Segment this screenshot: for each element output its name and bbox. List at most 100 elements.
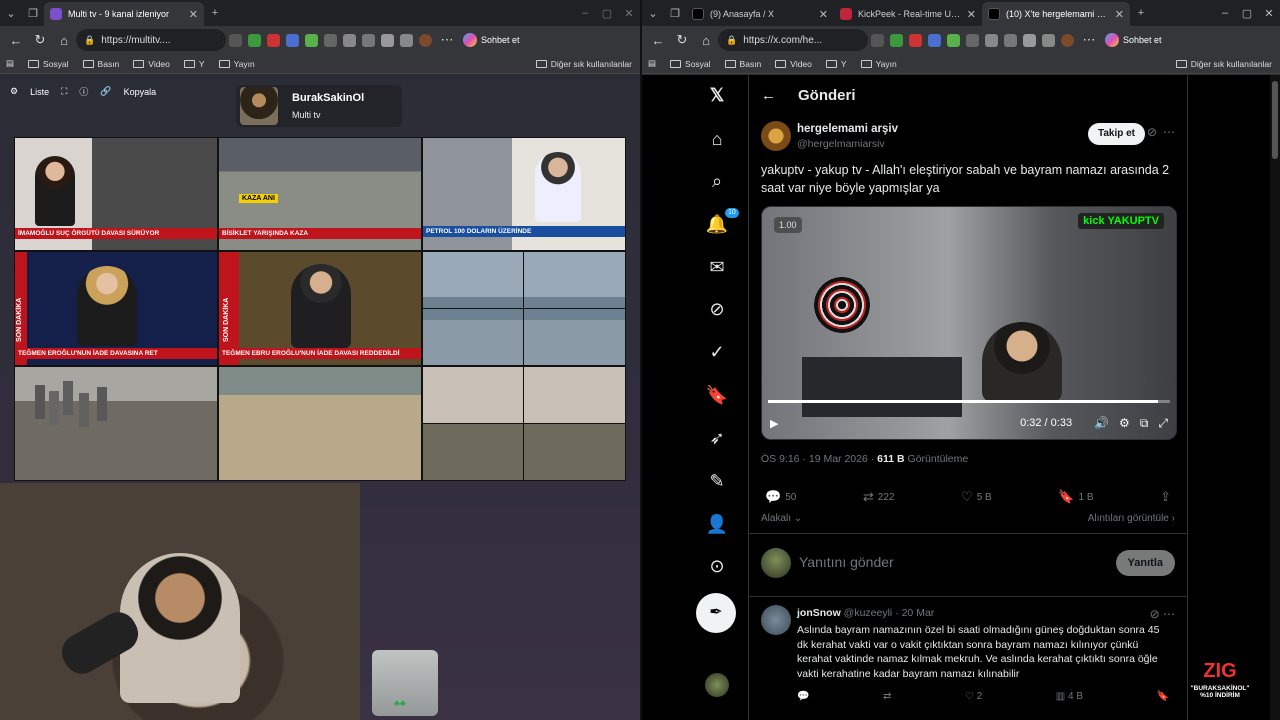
tab-kickpeek[interactable]: KickPeek - Real-time URL Craw... ✕ [834,2,982,26]
channel-tile[interactable] [422,366,626,481]
extension-icon[interactable] [381,33,394,47]
reply-author-name[interactable]: jonSnow [797,607,841,619]
playback-speed[interactable]: 1.00 [774,217,802,233]
sort-dropdown[interactable]: Alakalı ⌄ [761,513,802,524]
channel-tile[interactable]: PETROL 100 DOLARIN ÜZERİNDE [422,137,626,251]
profile-avatar[interactable] [1061,33,1074,47]
reply-icon[interactable]: 💬 [797,691,809,702]
bookmark-folder[interactable]: Yayın [218,59,255,69]
extension-icon[interactable] [267,33,280,47]
maximize-icon[interactable]: ▢ [1236,7,1258,20]
extension-icon[interactable] [1042,33,1055,47]
video-progress-bar[interactable] [768,400,1170,403]
like-action[interactable]: ♡ 5 B [961,489,992,505]
extension-icon[interactable] [229,33,242,47]
volume-icon[interactable]: 🔊 [1094,416,1109,430]
avatar[interactable] [761,121,791,151]
home-icon[interactable]: ⌂ [705,127,729,151]
copy-button[interactable]: Kopyala [124,87,157,97]
window-close-icon[interactable]: ✕ [1258,7,1280,20]
other-favorites[interactable]: Diğer sık kullanılanlar [1175,59,1272,69]
channel-tile[interactable] [218,366,422,481]
workspaces-icon[interactable]: ❐ [22,7,44,20]
list-button[interactable]: Liste [30,87,49,97]
avatar[interactable] [761,605,791,635]
link-icon[interactable]: 🔗 [100,86,111,97]
bookmark-sidebar-icon[interactable]: ▤ [6,58,14,69]
copilot-button[interactable]: Sohbet et [463,33,520,47]
extension-icon[interactable] [343,33,356,47]
messages-icon[interactable]: ✉ [705,255,729,279]
extension-icon[interactable] [1004,33,1017,47]
scrollbar-thumb[interactable] [1272,81,1278,159]
close-tab-icon[interactable]: ✕ [967,8,976,21]
bookmark-folder[interactable]: Sosyal [28,59,69,69]
bookmark-folder[interactable]: Y [183,59,205,69]
repost-icon[interactable]: ⇄ [883,691,891,702]
extension-icon[interactable] [324,33,337,47]
new-tab-icon[interactable]: + [1130,7,1152,19]
extension-icon[interactable] [248,33,261,47]
close-tab-icon[interactable]: ✕ [189,8,198,21]
back-icon[interactable]: ← [646,33,670,48]
bookmark-sidebar-icon[interactable]: ▤ [648,58,656,69]
pip-icon[interactable]: ⧉ [1140,416,1149,431]
back-arrow-icon[interactable]: ← [761,87,776,104]
channel-tile[interactable] [422,251,626,366]
author-name[interactable]: hergelemami arşiv [797,123,898,135]
reply-input[interactable]: Yanıtını gönder [799,554,894,570]
views-action[interactable]: ▥ 4 B [1056,691,1083,702]
info-icon[interactable]: ⓘ [79,85,88,98]
more-icon[interactable]: ⋯ [435,32,459,48]
bookmarks-icon[interactable]: 🔖 [705,383,729,407]
channel-tile[interactable]: SON DAKİKA TEĞMEN EBRU EROĞLU'NUN İADE D… [218,251,422,366]
channel-tile[interactable]: İMAMOĞLU SUÇ ÖRGÜTÜ DAVASI SÜRÜYOR [14,137,218,251]
workspaces-icon[interactable]: ❐ [664,7,686,20]
back-icon[interactable]: ← [4,33,28,48]
play-icon[interactable]: ▶ [770,417,778,430]
notifications-icon[interactable]: 🔔 10 [705,208,739,236]
minimize-icon[interactable]: – [1214,7,1236,19]
post-timestamp[interactable]: ÖS 9:16 · 19 Mar 2026 · [761,453,877,465]
profile-avatar[interactable] [419,33,432,47]
bookmark-folder[interactable]: Yayın [860,59,897,69]
extension-icon[interactable] [1023,33,1036,47]
account-avatar[interactable] [705,673,729,697]
extension-icon[interactable] [928,33,941,47]
bookmark-folder[interactable]: Basın [82,59,119,69]
copilot-button[interactable]: Sohbet et [1105,33,1162,47]
bookmark-folder[interactable]: Basın [724,59,761,69]
extension-icon[interactable] [947,33,960,47]
rocket-icon[interactable]: ➶ [705,426,729,450]
more-icon[interactable]: ⊘ ⋯ [1150,607,1175,621]
channel-tile[interactable]: SON DAKİKA TEĞMEN EROĞLU'NUN İADE DAVASI… [14,251,218,366]
reload-icon[interactable]: ↻ [28,32,52,48]
home-icon[interactable]: ⌂ [52,33,76,48]
bookmark-action[interactable]: 🔖 1 B [1058,489,1093,505]
url-field[interactable]: 🔒 https://multitv.... [76,29,226,51]
window-close-icon[interactable]: ✕ [618,7,640,20]
bookmark-folder[interactable]: Y [825,59,847,69]
view-quotes-link[interactable]: Alıntıları görüntüle › [1088,513,1175,524]
follow-button[interactable]: Takip et [1087,123,1145,145]
author-handle[interactable]: @hergelmamiarsiv [797,138,885,150]
minimize-icon[interactable]: – [574,7,596,19]
extension-icon[interactable] [305,33,318,47]
reply-button[interactable]: Yanıtla [1115,550,1175,576]
extension-icon[interactable] [985,33,998,47]
share-action[interactable]: ⇪ [1160,489,1175,505]
x-logo-icon[interactable]: 𝕏 [705,83,729,107]
video-player[interactable]: kick YAKUPTV 1.00 ▶ 0:32 / 0:33 🔊 ⚙ ⧉ ⤢ [761,206,1177,440]
extension-icon[interactable] [890,33,903,47]
extension-icon[interactable] [286,33,299,47]
grok-icon[interactable]: ⊘ [1147,125,1157,139]
close-tab-icon[interactable]: ✕ [819,8,828,21]
tab-menu-icon[interactable]: ⌄ [642,7,664,20]
new-tab-icon[interactable]: + [204,7,226,19]
extension-icon[interactable] [966,33,979,47]
tab-multitv[interactable]: Multi tv - 9 kanal izleniyor ✕ [44,2,204,26]
reply-action[interactable]: 💬 50 [765,489,796,505]
settings-icon[interactable]: ⚙ [1119,416,1130,430]
bookmark-folder[interactable]: Sosyal [670,59,711,69]
bookmark-folder[interactable]: Video [775,59,812,69]
